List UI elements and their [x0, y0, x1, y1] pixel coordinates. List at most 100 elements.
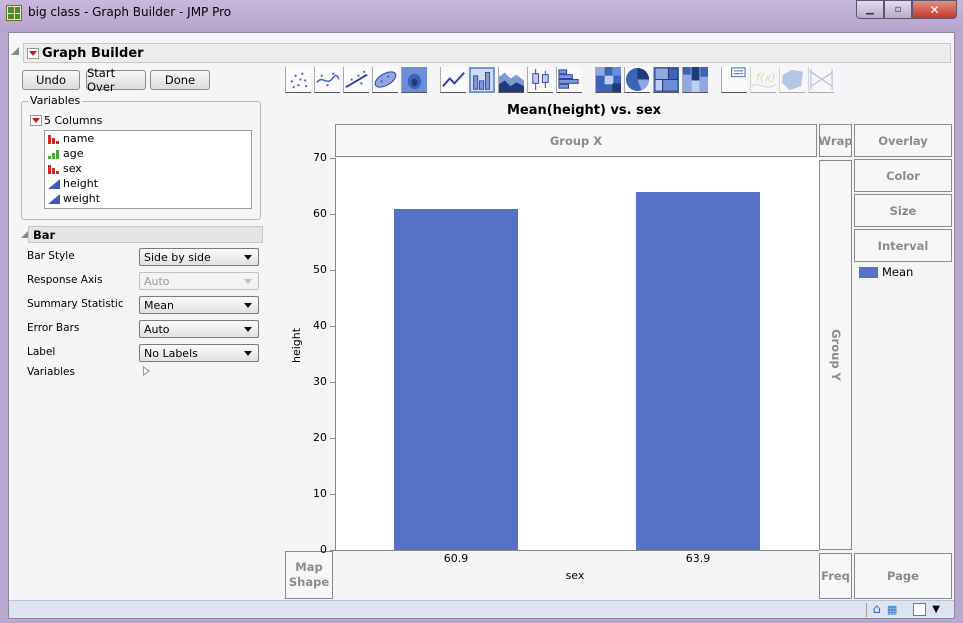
maximize-icon: ▫ [894, 4, 902, 15]
y-tick-mark [330, 550, 335, 551]
smoother-icon [316, 72, 340, 87]
smoother-element-button[interactable] [314, 67, 340, 93]
close-button[interactable]: ✕ [912, 0, 957, 19]
map-shape-zone[interactable]: Map Shape [285, 551, 333, 599]
line-of-fit-element-button[interactable] [343, 67, 369, 93]
bar-0[interactable] [394, 208, 518, 550]
bar-style-select[interactable]: Side by side [139, 248, 259, 266]
dropdown-caret-icon [244, 255, 252, 260]
size-zone[interactable]: Size [854, 194, 952, 227]
page-zone[interactable]: Page [854, 553, 952, 599]
graph-builder-outline-header: Graph Builder [23, 43, 951, 63]
y-tick-mark [330, 214, 335, 215]
bar-disclosure-icon[interactable] [21, 231, 28, 238]
contour-element-button[interactable] [401, 67, 427, 93]
expand-variables-icon[interactable] [143, 366, 150, 376]
error-bars-value: Auto [144, 322, 170, 336]
status-bar: ⌂ ▦ ▼ [9, 600, 954, 618]
y-tick-mark [330, 158, 335, 159]
column-item-weight[interactable]: weight [45, 191, 251, 206]
contour-icon [402, 67, 427, 92]
dropdown-caret-icon [244, 327, 252, 332]
caption-box-element-button[interactable] [721, 67, 747, 93]
heatmap-element-button[interactable] [595, 67, 621, 93]
mosaic-element-button[interactable] [682, 67, 708, 93]
group-y-zone[interactable]: Group Y [819, 160, 852, 550]
dropdown-arrow-icon[interactable]: ▼ [932, 604, 940, 615]
map-shapes-element-button[interactable] [779, 67, 805, 93]
caption-box-icon [731, 67, 746, 78]
y-tick-label: 60 [313, 207, 327, 220]
treemap-element-button[interactable] [653, 67, 679, 93]
maximize-button[interactable]: ▫ [884, 0, 912, 19]
wrap-zone[interactable]: Wrap [818, 124, 853, 157]
y-tick-mark [330, 494, 335, 495]
column-item-sex[interactable]: sex [45, 161, 251, 176]
y-tick-label: 10 [313, 487, 327, 500]
continuous-icon [48, 193, 60, 204]
bar-element-button[interactable] [469, 67, 495, 93]
done-button[interactable]: Done [150, 70, 210, 90]
y-axis-title[interactable]: height [290, 328, 303, 363]
box-plot-icon [532, 68, 549, 91]
area-element-button[interactable] [498, 67, 524, 93]
summary-statistic-select[interactable]: Mean [139, 296, 259, 314]
continuous-icon [48, 178, 60, 189]
legend-label-mean: Mean [882, 265, 914, 279]
parallel-element-button[interactable] [808, 67, 834, 93]
minimize-button[interactable]: ▁ [856, 0, 884, 19]
points-icon [290, 72, 308, 89]
column-name-label: sex [63, 162, 82, 175]
home-icon[interactable]: ⌂ [873, 602, 881, 617]
y-tick-mark [330, 382, 335, 383]
y-tick-label: 70 [313, 151, 327, 164]
points-element-button[interactable] [285, 67, 311, 93]
error-bars-select[interactable]: Auto [139, 320, 259, 338]
chart-title: Mean(height) vs. sex [506, 103, 662, 118]
outline-disclosure-icon[interactable] [11, 47, 19, 55]
interval-zone[interactable]: Interval [854, 229, 952, 262]
bar-style-value: Side by side [144, 250, 211, 264]
bar-1[interactable] [636, 192, 760, 550]
label-option-select[interactable]: No Labels [139, 344, 259, 362]
pie-element-button[interactable] [624, 67, 650, 93]
ellipse-element-button[interactable] [372, 67, 398, 93]
response-axis-select: Auto [139, 272, 259, 290]
label-option-value: No Labels [144, 346, 198, 360]
column-item-height[interactable]: height [45, 176, 251, 191]
summary-statistic-label: Summary Statistic [27, 298, 124, 310]
column-name-label: weight [63, 192, 101, 205]
close-icon: ✕ [929, 2, 940, 17]
start-over-button[interactable]: Start Over [86, 66, 146, 94]
y-tick-mark [330, 270, 335, 271]
nominal-icon [48, 164, 60, 174]
histogram-element-button[interactable] [556, 67, 582, 93]
data-table-icon[interactable]: ▦ [887, 603, 897, 616]
formula-element-button[interactable]: f(x) [750, 67, 776, 93]
group-x-zone[interactable]: Group X [335, 124, 817, 157]
window-list-checkbox[interactable] [913, 603, 927, 616]
column-item-age[interactable]: age [45, 146, 251, 161]
group-y-label: Group Y [828, 329, 843, 381]
column-item-name[interactable]: name [45, 131, 251, 146]
column-name-label: age [63, 147, 84, 160]
red-triangle-menu-icon[interactable] [27, 47, 39, 59]
line-element-button[interactable] [440, 67, 466, 93]
x-axis-title[interactable]: sex [535, 569, 615, 582]
y-tick-label: 50 [313, 263, 327, 276]
bar-style-label: Bar Style [27, 250, 75, 262]
freq-zone[interactable]: Freq [819, 553, 852, 599]
columns-menu-icon[interactable] [30, 115, 42, 126]
line-chart-icon [442, 72, 465, 87]
histogram-icon [558, 69, 579, 89]
box-plot-element-button[interactable] [527, 67, 553, 93]
overlay-zone[interactable]: Overlay [854, 124, 952, 157]
legend: Mean [859, 265, 913, 279]
x-tick-label: 60.9 [443, 552, 469, 565]
bar-panel-header: Bar [28, 226, 263, 243]
undo-button[interactable]: Undo [22, 70, 80, 90]
column-name-label: height [63, 177, 99, 190]
line-of-fit-icon [345, 70, 368, 89]
graph-builder-title: Graph Builder [42, 45, 144, 61]
color-zone[interactable]: Color [854, 159, 952, 192]
